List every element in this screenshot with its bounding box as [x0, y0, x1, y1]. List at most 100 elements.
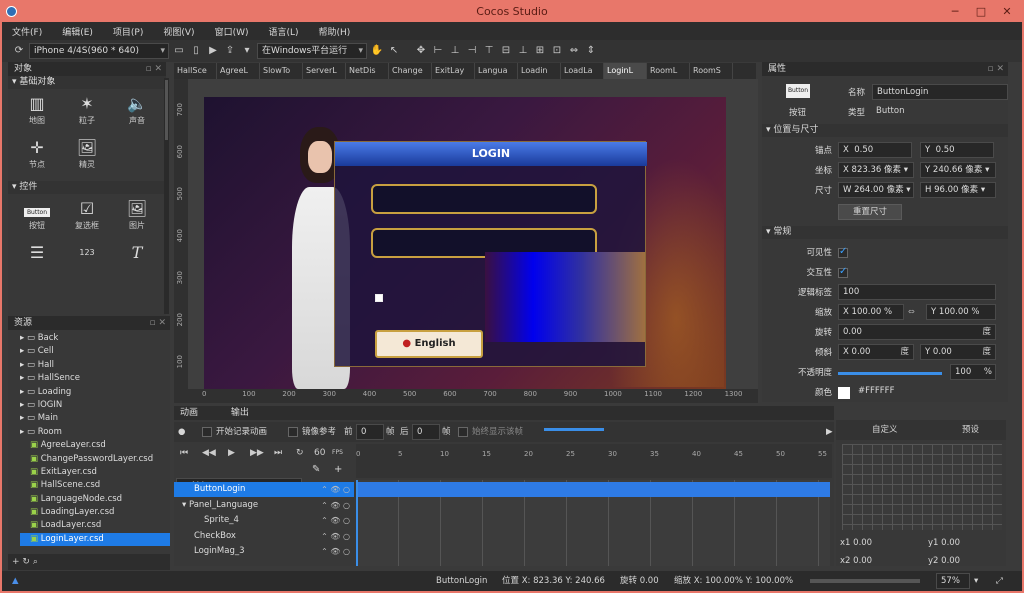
easing-curve-grid[interactable] [842, 444, 1002, 530]
fps-value[interactable]: 60 [314, 444, 325, 462]
menu-help[interactable]: 帮助(H) [309, 25, 361, 38]
rotation-input[interactable]: 0.00 度 [838, 324, 996, 340]
x2-value[interactable]: 0.00 [853, 556, 872, 566]
text-control[interactable]: T [112, 242, 162, 282]
opacity-input[interactable]: 100% [950, 364, 996, 380]
refresh-icon[interactable]: ↻ [22, 557, 30, 567]
document-tab[interactable]: RoomS [690, 63, 733, 79]
resource-folder[interactable]: ▸ ▭ Main [20, 412, 170, 425]
prev-frame-icon[interactable]: ◀◀ [202, 444, 216, 462]
y2-value[interactable]: 0.00 [941, 556, 960, 566]
menu-window[interactable]: 窗口(W) [205, 25, 259, 38]
expand-arrow-icon[interactable]: ▸ [20, 346, 27, 356]
distribute-v-icon[interactable]: ⊡ [550, 44, 564, 58]
resource-file[interactable]: ▣ LoadLayer.csd [20, 519, 170, 532]
pointer-tool-icon[interactable]: ↖ [387, 44, 401, 58]
sound-object[interactable]: 🔈 声音 [112, 93, 162, 133]
name-input[interactable]: ButtonLogin [872, 84, 1008, 100]
preset-tab[interactable]: 预设 [962, 420, 979, 440]
tag-input[interactable]: 100 [838, 284, 996, 300]
resource-file[interactable]: ▣ LoginLayer.csd [20, 532, 170, 547]
search-icon[interactable]: ⌕ [33, 557, 38, 567]
mirror-checkbox[interactable] [288, 427, 298, 437]
align-top-icon[interactable]: ⊤ [482, 44, 496, 58]
portrait-icon[interactable]: ▯ [189, 44, 203, 58]
close-button[interactable]: ✕ [994, 2, 1020, 22]
document-tab[interactable]: NetDis [346, 63, 389, 79]
list-control[interactable]: ☰ [12, 242, 62, 282]
record-icon[interactable]: ● [178, 422, 185, 442]
play-icon[interactable]: ▶ [228, 444, 235, 462]
resource-folder[interactable]: ▸ ▭ Back [20, 332, 170, 345]
document-tab[interactable]: AgreeL [217, 63, 260, 79]
timeline-node-row[interactable]: ButtonLogin ⌃ 👁 ○ [174, 482, 354, 497]
expand-arrow-icon[interactable]: ▸ [20, 400, 27, 410]
y1-value[interactable]: 0.00 [941, 538, 960, 548]
zoom-value[interactable]: 57% [936, 573, 970, 589]
timeline-node-row[interactable]: LoginMag_3 ⌃ 👁 ○ [174, 544, 354, 559]
timeline-node-row[interactable]: CheckBox ⌃ 👁 ○ [174, 529, 354, 544]
document-tab[interactable]: HallSce [174, 63, 217, 79]
interactive-checkbox[interactable] [838, 266, 848, 278]
visible-checkbox[interactable] [838, 246, 848, 258]
size-w-input[interactable]: W 264.00 像素 ▾ [838, 182, 914, 198]
controls-section-header[interactable]: ▾ 控件 [8, 181, 166, 194]
position-y-input[interactable]: Y 240.66 像素 ▾ [920, 162, 996, 178]
resource-folder[interactable]: ▸ ▭ Hall [20, 359, 170, 372]
document-tab[interactable]: Change [389, 63, 432, 79]
play-icon[interactable]: ▶ [206, 44, 220, 58]
menu-language[interactable]: 语言(L) [258, 25, 308, 38]
reset-size-button[interactable]: 重置尺寸 [838, 204, 902, 220]
x1-value[interactable]: 0.00 [853, 538, 872, 548]
visibility-lock-icons[interactable]: ⌃ 👁 ○ [321, 513, 350, 528]
align-left-icon[interactable]: ⊢ [431, 44, 445, 58]
english-button[interactable]: ● English [375, 330, 483, 358]
output-tab[interactable]: 输出 [231, 408, 249, 418]
next-frame-icon[interactable]: ▶▶ [250, 444, 264, 462]
pin-icon[interactable]: ▫ ✕ [987, 62, 1004, 76]
align-bottom-icon[interactable]: ⊥ [516, 44, 530, 58]
chevron-down-icon[interactable]: ▾ [240, 44, 254, 58]
zoom-slider[interactable] [810, 579, 920, 583]
skew-y-input[interactable]: Y 0.00 度 [920, 344, 996, 360]
refresh-icon[interactable]: ⟳ [12, 44, 26, 58]
image-control[interactable]: 🖼 图片 [112, 198, 162, 238]
document-tab[interactable]: SlowTo [260, 63, 303, 79]
resource-file[interactable]: ▣ ChangePasswordLayer.csd [20, 453, 170, 466]
last-frame-icon[interactable]: ⏭ [274, 444, 282, 462]
checkbox-control[interactable]: ☑ 复选框 [62, 198, 112, 238]
document-tab[interactable]: ServerL [303, 63, 346, 79]
skew-x-input[interactable]: X 0.00 度 [838, 344, 914, 360]
color-value[interactable]: #FFFFFF [854, 384, 996, 400]
general-section[interactable]: ▾ 常规 [762, 226, 1008, 239]
resource-folder[interactable]: ▸ ▭ HallSence [20, 372, 170, 385]
visibility-lock-icons[interactable]: ⌃ 👁 ○ [321, 498, 350, 513]
basic-section-header[interactable]: ▾ 基础对象 [8, 76, 166, 89]
resource-folder[interactable]: ▸ ▭ lOGIN [20, 399, 170, 412]
chevron-down-icon[interactable]: ▾ [974, 571, 978, 591]
same-width-icon[interactable]: ⇔ [567, 44, 581, 58]
record-checkbox[interactable] [202, 427, 212, 437]
align-middle-icon[interactable]: ⊟ [499, 44, 513, 58]
timeline-node-row[interactable]: ▾ Panel_Language ⌃ 👁 ○ [174, 498, 354, 513]
landscape-icon[interactable]: ▭ [172, 44, 186, 58]
visibility-lock-icons[interactable]: ⌃ 👁 ○ [321, 529, 350, 544]
number-control[interactable]: 123 [62, 242, 112, 282]
add-icon[interactable]: + [12, 557, 20, 567]
pin-icon[interactable]: ▫ ✕ [149, 316, 166, 330]
align-right-icon[interactable]: ⊣ [465, 44, 479, 58]
document-tab[interactable]: LoadLa [561, 63, 604, 79]
run-target-select[interactable]: 在Windows平台运行 [257, 43, 367, 59]
menu-file[interactable]: 文件(F) [2, 25, 52, 38]
expand-arrow-icon[interactable]: ▸ [20, 360, 27, 370]
resource-file[interactable]: ▣ LanguageNode.csd [20, 493, 170, 506]
custom-tab[interactable]: 自定义 [872, 420, 898, 440]
position-x-input[interactable]: X 823.36 像素 ▾ [838, 162, 914, 178]
edit-icon[interactable]: ✎ [312, 464, 320, 475]
publish-icon[interactable]: ⇪ [223, 44, 237, 58]
visibility-lock-icons[interactable]: ⌃ 👁 ○ [321, 482, 350, 497]
resource-folder[interactable]: ▸ ▭ Room [20, 426, 170, 439]
menu-view[interactable]: 视图(V) [153, 25, 204, 38]
next-frames-input[interactable]: 0 [412, 424, 440, 440]
selected-track-bar[interactable] [356, 482, 830, 497]
